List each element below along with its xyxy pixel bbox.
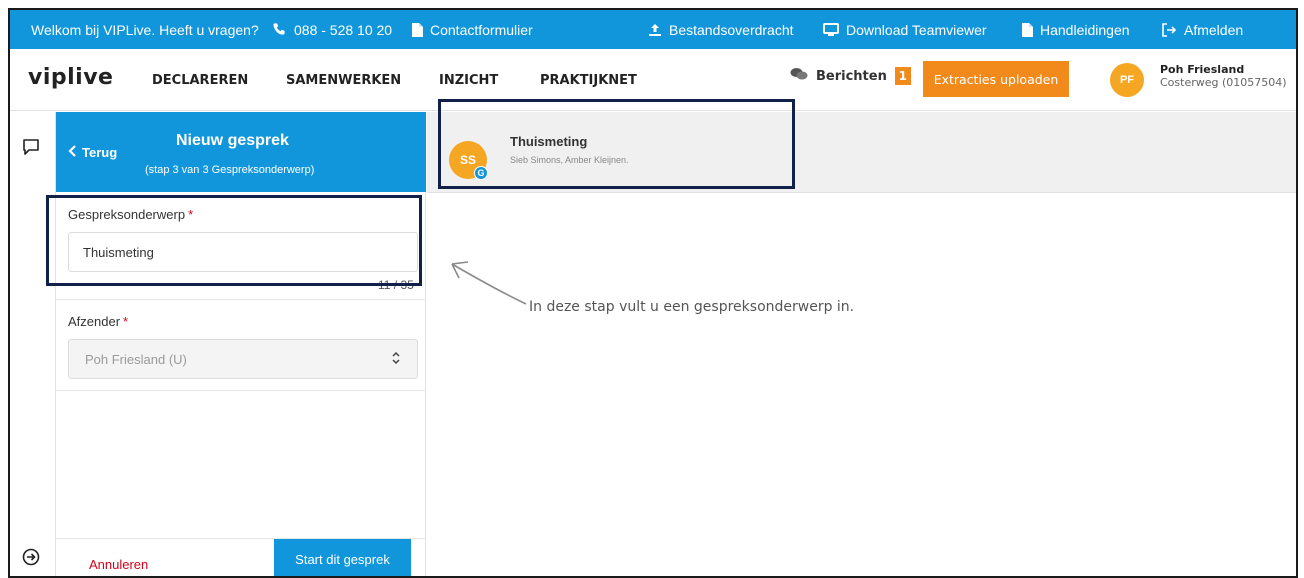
sender-value: Poh Friesland (U) [85, 351, 187, 367]
document-icon [1021, 22, 1033, 37]
user-name: Poh Friesland [1160, 63, 1245, 76]
contact-form-label: Contactformulier [430, 21, 533, 38]
instruction-hint: In deze stap vult u een gespreksonderwer… [529, 299, 855, 315]
upload-icon [648, 23, 662, 37]
chevron-up-down-icon [391, 351, 401, 368]
required-marker: * [123, 314, 129, 329]
panel-header: Terug Nieuw gesprek (stap 3 van 3 Gespre… [56, 112, 426, 192]
back-button[interactable]: Terug [68, 145, 117, 160]
logout-link[interactable]: Afmelden [1161, 10, 1243, 49]
manuals-label: Handleidingen [1040, 21, 1130, 38]
messages-link[interactable]: Berichten 1 [790, 67, 911, 85]
welcome-text: Welkom bij VIPLive. Heeft u vragen? [31, 21, 259, 38]
file-transfer-link[interactable]: Bestandsoverdracht [648, 10, 794, 49]
contact-form-link[interactable]: Contactformulier [411, 10, 533, 49]
start-conversation-button[interactable]: Start dit gesprek [274, 539, 411, 576]
user-location: Costerweg (01057504) [1160, 76, 1287, 89]
phone-link[interactable]: 088 - 528 10 20 [272, 10, 392, 49]
extracties-upload-button[interactable]: Extracties uploaden [923, 61, 1069, 97]
panel-title: Nieuw gesprek [176, 132, 289, 149]
teamviewer-link[interactable]: Download Teamviewer [823, 10, 987, 49]
messages-label: Berichten [816, 68, 887, 84]
phone-number: 088 - 528 10 20 [294, 21, 393, 38]
cancel-button[interactable]: Annuleren [89, 557, 148, 572]
sender-label: Afzender * [68, 314, 128, 329]
sender-select[interactable]: Poh Friesland (U) [68, 339, 418, 379]
manuals-link[interactable]: Handleidingen [1021, 10, 1130, 49]
phone-icon [272, 22, 287, 37]
app-frame: Welkom bij VIPLive. Heeft u vragen? 088 … [8, 8, 1298, 578]
nav-item-samenwerken[interactable]: SAMENWERKEN [286, 49, 401, 111]
new-conversation-panel: Terug Nieuw gesprek (stap 3 van 3 Gespre… [56, 112, 426, 576]
nav-item-declareren[interactable]: DECLAREREN [152, 49, 248, 111]
chevron-left-icon [68, 145, 78, 160]
monitor-icon [823, 22, 839, 37]
sender-label-text: Afzender [68, 314, 121, 329]
back-label: Terug [82, 145, 118, 160]
messages-count-badge: 1 [894, 67, 911, 85]
user-avatar[interactable]: PF [1110, 63, 1144, 97]
expand-arrow-icon[interactable] [22, 548, 40, 571]
document-icon [411, 22, 423, 37]
chat-icon[interactable] [22, 138, 40, 161]
teamviewer-label: Download Teamviewer [846, 21, 987, 38]
divider [56, 390, 426, 391]
viplive-logo[interactable]: viplive [28, 65, 113, 90]
highlight-subject-field [46, 195, 422, 286]
step-indicator: (stap 3 van 3 Gespreksonderwerp) [145, 164, 315, 176]
chat-bubbles-icon [790, 67, 808, 85]
logout-icon [1161, 22, 1177, 37]
divider [56, 299, 426, 300]
hint-arrow-icon [451, 261, 527, 305]
file-transfer-label: Bestandsoverdracht [669, 21, 794, 38]
top-info-bar: Welkom bij VIPLive. Heeft u vragen? 088 … [10, 10, 1296, 49]
highlight-conversation-preview [438, 99, 795, 189]
left-rail [10, 112, 56, 576]
logout-label: Afmelden [1184, 21, 1244, 38]
